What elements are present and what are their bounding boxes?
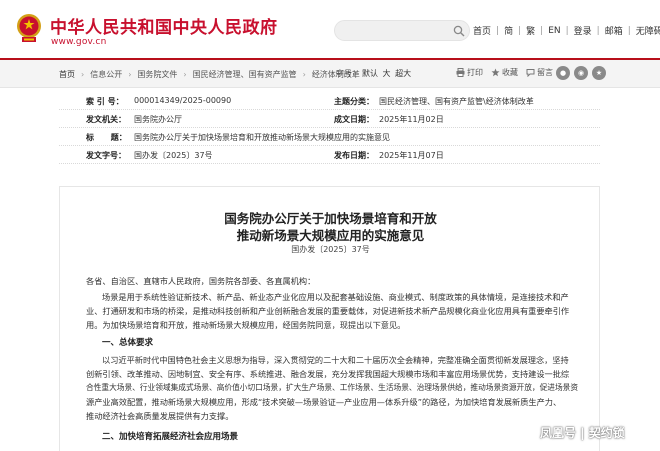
message-label: 留言 xyxy=(537,68,553,77)
favorite-button[interactable]: 收藏 xyxy=(491,67,518,78)
share-icons: ● ◉ ★ xyxy=(556,66,610,80)
link-simplified[interactable]: 简 xyxy=(504,24,513,37)
published-value: 2025年11月07日 xyxy=(379,151,444,160)
link-mail[interactable]: 邮箱 xyxy=(605,24,623,37)
docno-label: 发文字号： xyxy=(86,151,126,160)
watermark: 凤凰号 | 契约锁 xyxy=(540,426,625,440)
document-body: 国务院办公厅关于加快场景培育和开放 推动新场景大规模应用的实施意见 国办发〔20… xyxy=(59,186,600,451)
breadcrumb-bar: 首页 › 信息公开 › 国务院文件 › 国民经济管理、国有资产监管 › 经济体制… xyxy=(0,60,660,88)
separator: | xyxy=(496,25,500,36)
breadcrumb: 首页 › 信息公开 › 国务院文件 › 国民经济管理、国有资产监管 › 经济体制… xyxy=(59,69,360,80)
issuer-label: 发文机关： xyxy=(86,115,126,124)
section-heading: 二、加快培育拓展经济社会应用场景 xyxy=(102,432,239,442)
site-header: 中华人民共和国中央人民政府 www.gov.cn 首页 | 简 | 繁 | EN | 登… xyxy=(0,0,660,58)
printer-icon xyxy=(456,68,465,77)
index-label: 索 引 号： xyxy=(86,97,124,106)
docno-value: 国办发〔2025〕37号 xyxy=(134,151,213,160)
paragraph-line: 业、打通研发和市场的桥梁，是推动科技创新和产业创新融合发展的重要载体，对促进新技… xyxy=(86,306,570,316)
search-box[interactable] xyxy=(334,20,470,41)
salutation: 各省、自治区、直辖市人民政府，国务院各部委、各直属机构： xyxy=(86,276,316,286)
link-accessibility[interactable]: 无障碍 xyxy=(636,24,660,37)
separator: | xyxy=(565,25,569,36)
section-heading: 一、总体要求 xyxy=(102,338,154,348)
published-label: 发布日期： xyxy=(334,151,374,160)
font-size-default[interactable]: 默认 xyxy=(362,69,378,78)
search-input[interactable] xyxy=(343,23,449,39)
font-size-xlarge[interactable]: 超大 xyxy=(395,69,411,78)
separator: | xyxy=(596,25,600,36)
separator: | xyxy=(518,25,522,36)
separator: | xyxy=(540,25,544,36)
document-title-line2: 推动新场景大规模应用的实施意见 xyxy=(236,228,425,243)
page-tools: 打印 收藏 留言 xyxy=(456,67,561,78)
message-icon xyxy=(526,69,535,77)
site-url[interactable]: www.gov.cn xyxy=(51,37,106,47)
meta-row: 标 题： 国务院办公厅关于加快场景培育和开放推动新场景大规模应用的实施意见 xyxy=(59,128,600,146)
topic-label: 主题分类： xyxy=(334,97,374,106)
link-traditional[interactable]: 繁 xyxy=(526,24,535,37)
document-meta: 索 引 号： 000014349/2025-00090 主题分类： 国民经济管理… xyxy=(59,92,600,164)
link-login[interactable]: 登录 xyxy=(574,24,592,37)
top-links: 首页 | 简 | 繁 | EN | 登录 | 邮箱 | 无障碍 xyxy=(473,24,660,38)
font-size-large[interactable]: 大 xyxy=(383,69,391,78)
chevron-right-icon: › xyxy=(128,70,132,79)
search-icon[interactable] xyxy=(453,25,465,37)
meta-row: 索 引 号： 000014349/2025-00090 主题分类： 国民经济管理… xyxy=(59,92,600,110)
link-home[interactable]: 首页 xyxy=(473,24,491,37)
document-number: 国办发〔2025〕37号 xyxy=(291,245,370,254)
breadcrumb-info-disclosure[interactable]: 信息公开 xyxy=(90,69,122,80)
national-emblem-icon[interactable] xyxy=(15,12,43,44)
star-icon xyxy=(491,68,500,77)
created-value: 2025年11月02日 xyxy=(379,115,444,124)
chevron-right-icon: › xyxy=(183,70,187,79)
title-label: 标 题： xyxy=(86,133,127,142)
print-label: 打印 xyxy=(467,68,483,77)
wechat-icon[interactable]: ● xyxy=(556,66,570,80)
breadcrumb-home[interactable]: 首页 xyxy=(59,69,75,80)
paragraph-line: 推动经济社会高质量发展提供有力支撑。 xyxy=(86,411,234,421)
chevron-right-icon: › xyxy=(81,70,85,79)
link-english[interactable]: EN xyxy=(548,26,560,36)
meta-row: 发文字号： 国办发〔2025〕37号 发布日期： 2025年11月07日 xyxy=(59,146,600,164)
paragraph-line: 场景是用于系统性验证新技术、新产品、新业态产业化应用以及配套基础设施、商业模式、… xyxy=(102,292,569,302)
paragraph-line: 以习近平新时代中国特色社会主义思想为指导，深入贯彻党的二十大和二十届历次全会精神… xyxy=(102,355,569,365)
created-label: 成文日期： xyxy=(334,115,374,124)
index-value: 000014349/2025-00090 xyxy=(134,96,232,105)
paragraph-line: 用。为加快场景培育和开放，推动新场景大规模应用，经国务院同意，现提出以下意见。 xyxy=(86,320,406,330)
breadcrumb-state-council-docs[interactable]: 国务院文件 xyxy=(137,69,177,80)
qzone-icon[interactable]: ★ xyxy=(592,66,606,80)
weibo-icon[interactable]: ◉ xyxy=(574,66,588,80)
font-size-switcher: 字号： 默认 大 超大 xyxy=(336,68,411,79)
paragraph-line: 源产业高效配置，推动新场景大规模应用，形成“技术突破—场景验证—产业应用—体系升… xyxy=(86,397,562,407)
title-value: 国务院办公厅关于加快场景培育和开放推动新场景大规模应用的实施意见 xyxy=(134,133,390,142)
message-button[interactable]: 留言 xyxy=(526,67,553,78)
font-size-label: 字号： xyxy=(336,69,360,78)
print-button[interactable]: 打印 xyxy=(456,67,483,78)
separator: | xyxy=(627,25,631,36)
paragraph-line: 创新引领、改革推动、因地制宜、安全有序、系统推进、融合发展，充分发挥我国超大规模… xyxy=(86,369,570,379)
site-title[interactable]: 中华人民共和国中央人民政府 xyxy=(50,13,278,38)
breadcrumb-economy-management[interactable]: 国民经济管理、国有资产监管 xyxy=(193,69,297,80)
chevron-right-icon: › xyxy=(302,70,306,79)
meta-row: 发文机关： 国务院办公厅 成文日期： 2025年11月02日 xyxy=(59,110,600,128)
favorite-label: 收藏 xyxy=(502,68,518,77)
issuer-value: 国务院办公厅 xyxy=(134,115,182,124)
paragraph-line: 合性重大场景、行业领域集成式场景、高价值小切口场景，扩大生产场景、工作场景、生活… xyxy=(86,383,579,392)
topic-value: 国民经济管理、国有资产监管\经济体制改革 xyxy=(379,97,534,106)
